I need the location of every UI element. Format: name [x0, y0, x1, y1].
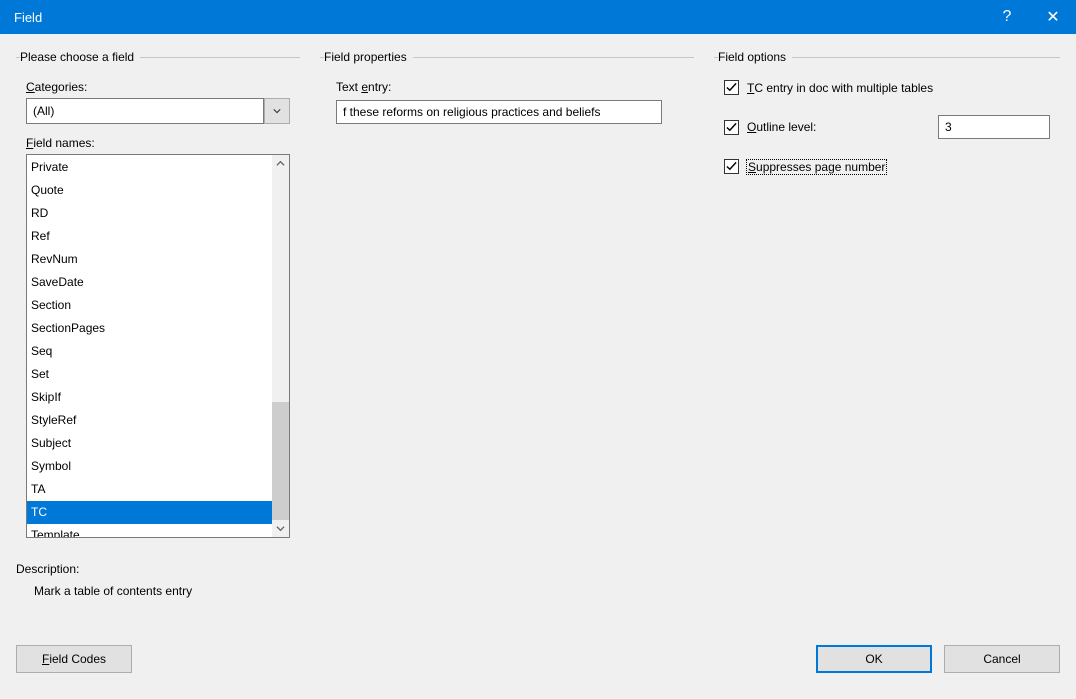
list-item[interactable]: TC — [27, 501, 272, 524]
chevron-down-icon — [273, 107, 281, 115]
field-options-legend: Field options — [718, 50, 792, 64]
list-item[interactable]: StyleRef — [27, 409, 272, 432]
list-item[interactable]: SaveDate — [27, 271, 272, 294]
text-entry-label: Text entry: — [336, 80, 684, 94]
label-suppress-page-number: Suppresses page number — [747, 160, 886, 174]
field-properties-legend: Field properties — [324, 50, 413, 64]
help-button[interactable]: ? — [984, 0, 1030, 34]
list-item[interactable]: Ref — [27, 225, 272, 248]
dialog-content: Please choose a field Categories: Field … — [0, 34, 1076, 635]
fieldnames-label: Field names: — [26, 136, 290, 150]
list-item[interactable]: Set — [27, 363, 272, 386]
description-block: Description: Mark a table of contents en… — [16, 562, 300, 598]
list-item[interactable]: Template — [27, 524, 272, 537]
scroll-thumb[interactable] — [272, 402, 289, 520]
scrollbar[interactable] — [272, 155, 289, 537]
list-item[interactable]: TA — [27, 478, 272, 501]
cancel-button[interactable]: Cancel — [944, 645, 1060, 673]
fieldnames-listbox[interactable]: PrivateQuoteRDRefRevNumSaveDateSectionSe… — [26, 154, 290, 538]
fieldnames-list-items[interactable]: PrivateQuoteRDRefRevNumSaveDateSectionSe… — [27, 155, 272, 537]
field-codes-button[interactable]: Field Codes — [16, 645, 132, 673]
scroll-track[interactable] — [272, 172, 289, 520]
choose-field-group: Please choose a field Categories: Field … — [16, 50, 300, 548]
checkbox-suppress-page-number[interactable] — [724, 159, 739, 174]
choose-field-legend: Please choose a field — [20, 50, 140, 64]
list-item[interactable]: SkipIf — [27, 386, 272, 409]
checkmark-icon — [726, 161, 737, 172]
list-item[interactable]: Subject — [27, 432, 272, 455]
description-text: Mark a table of contents entry — [16, 576, 300, 598]
list-item[interactable]: Private — [27, 156, 272, 179]
list-item[interactable]: Section — [27, 294, 272, 317]
scroll-down-button[interactable] — [272, 520, 289, 537]
list-item[interactable]: RevNum — [27, 248, 272, 271]
dialog-footer: Field Codes OK Cancel — [0, 635, 1076, 683]
text-entry-input[interactable] — [336, 100, 662, 124]
field-options-column: Field options TC entry in doc with multi… — [714, 50, 1060, 625]
option-tc-multiple-tables: TC entry in doc with multiple tables — [724, 80, 1050, 95]
chevron-up-icon — [276, 159, 285, 168]
scroll-up-button[interactable] — [272, 155, 289, 172]
option-outline-level: Outline level: — [724, 115, 1050, 139]
checkmark-icon — [726, 82, 737, 93]
close-button[interactable]: ✕ — [1030, 0, 1076, 34]
list-item[interactable]: RD — [27, 202, 272, 225]
description-label: Description: — [16, 562, 300, 576]
categories-dropdown-button[interactable] — [264, 98, 290, 124]
categories-input[interactable] — [26, 98, 264, 124]
choose-field-column: Please choose a field Categories: Field … — [16, 50, 300, 625]
categories-select[interactable] — [26, 98, 290, 124]
field-properties-column: Field properties Text entry: — [320, 50, 694, 625]
label-outline-level: Outline level: — [747, 120, 816, 134]
list-item[interactable]: Quote — [27, 179, 272, 202]
list-item[interactable]: Seq — [27, 340, 272, 363]
list-item[interactable]: SectionPages — [27, 317, 272, 340]
option-suppress-page-number: Suppresses page number — [724, 159, 1050, 174]
field-options-group: Field options TC entry in doc with multi… — [714, 50, 1060, 204]
checkbox-outline-level[interactable] — [724, 120, 739, 135]
field-properties-group: Field properties Text entry: — [320, 50, 694, 134]
ok-button[interactable]: OK — [816, 645, 932, 673]
label-tc-multiple-tables: TC entry in doc with multiple tables — [747, 81, 933, 95]
list-item[interactable]: Symbol — [27, 455, 272, 478]
checkbox-tc-multiple-tables[interactable] — [724, 80, 739, 95]
titlebar: Field ? ✕ — [0, 0, 1076, 34]
outline-level-input[interactable] — [938, 115, 1050, 139]
categories-label: Categories: — [26, 80, 290, 94]
checkmark-icon — [726, 122, 737, 133]
chevron-down-icon — [276, 524, 285, 533]
window-title: Field — [14, 10, 984, 25]
